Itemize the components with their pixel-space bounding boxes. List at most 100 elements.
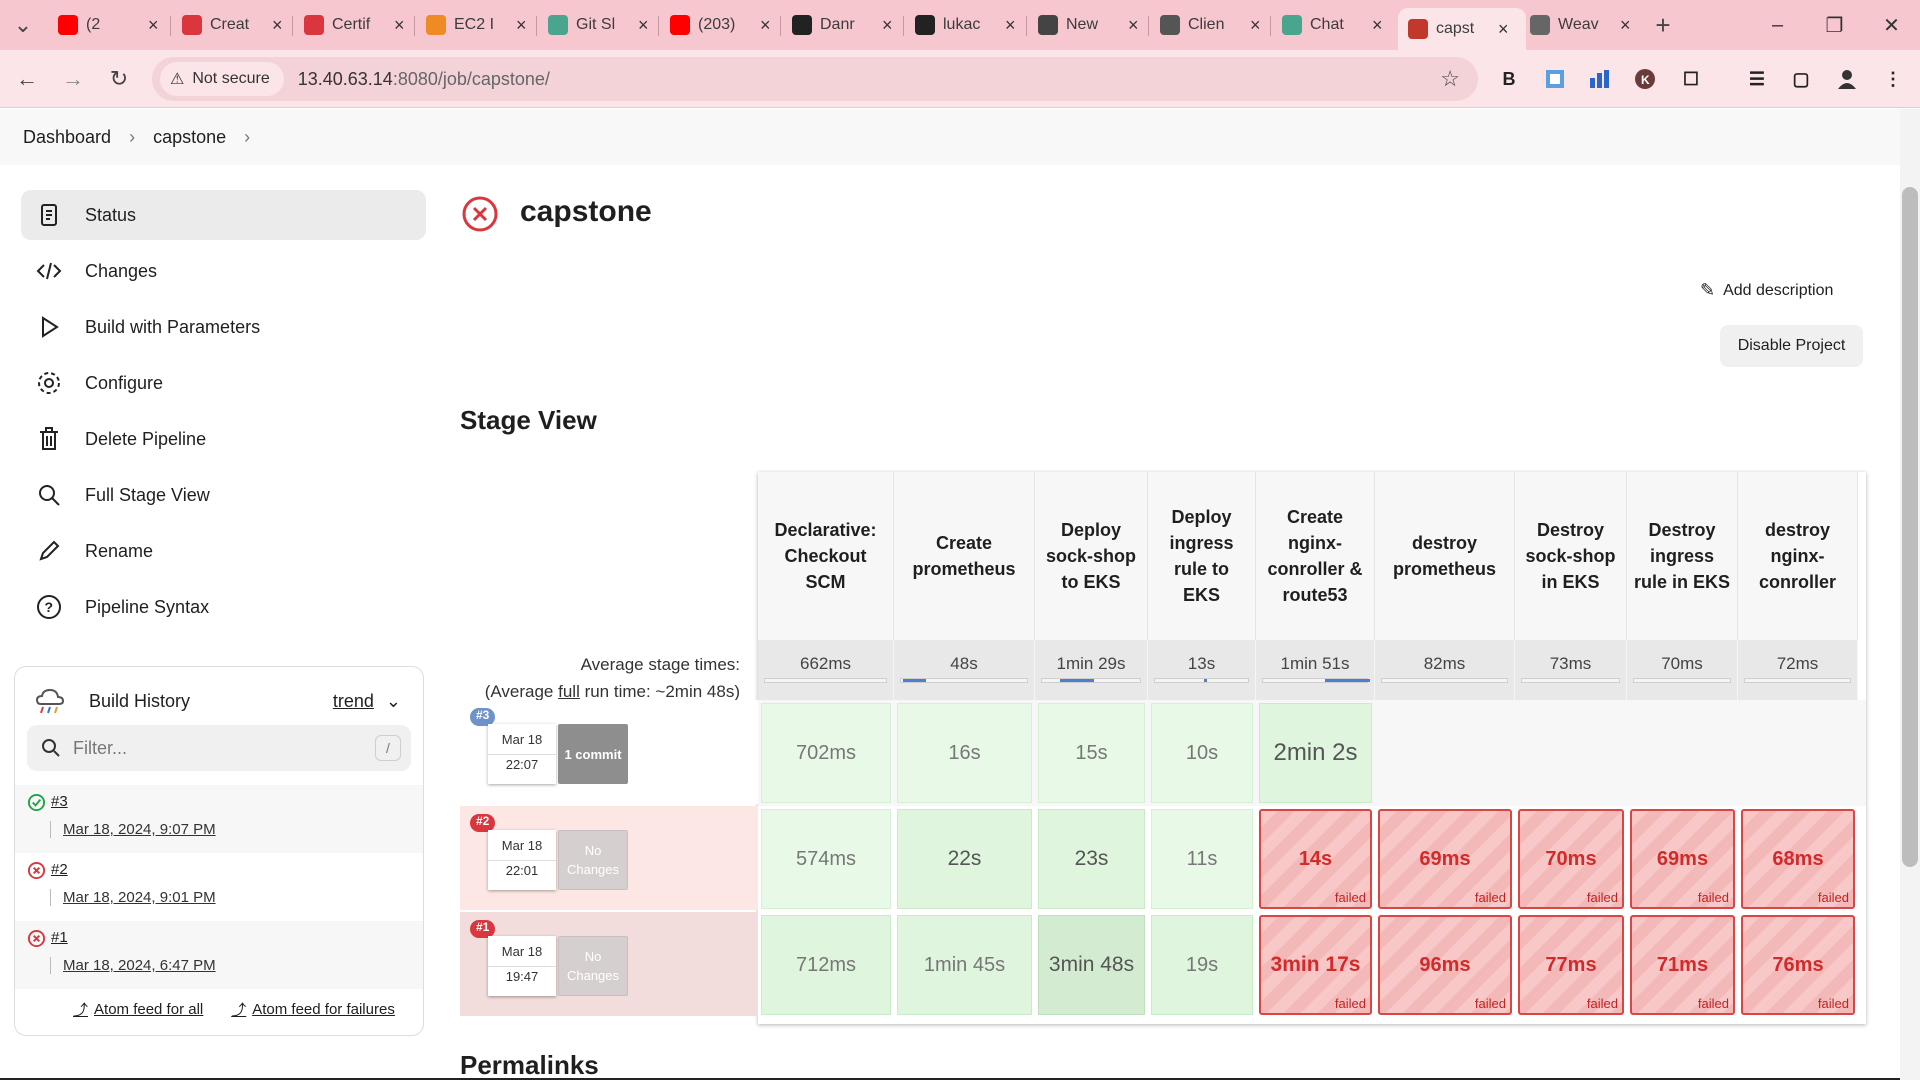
stage-cell-failed[interactable]: 69ms failed — [1630, 809, 1735, 909]
reload-button[interactable]: ↻ — [104, 64, 134, 94]
build-number-link[interactable]: #2 — [51, 861, 68, 878]
tab-close-icon[interactable]: × — [272, 15, 283, 36]
run-changes-button[interactable]: No Changes — [558, 936, 628, 996]
stage-cell-failed[interactable]: 70ms failed — [1518, 809, 1624, 909]
stage-cell-failed[interactable]: 77ms failed — [1518, 915, 1624, 1015]
stage-cell-success[interactable]: 712ms — [761, 915, 891, 1015]
stage-cell-success[interactable]: 574ms — [761, 809, 891, 909]
scrollbar-thumb[interactable] — [1902, 187, 1918, 867]
stage-cell-success[interactable]: 22s — [897, 809, 1032, 909]
browser-tab[interactable]: Chat × — [1272, 8, 1384, 42]
profile-avatar-icon[interactable] — [1832, 64, 1862, 94]
disable-project-button[interactable]: Disable Project — [1720, 325, 1863, 367]
browser-tab[interactable]: EC2 I × — [416, 8, 528, 42]
stage-cell-failed[interactable]: 76ms failed — [1741, 915, 1855, 1015]
build-number-link[interactable]: #1 — [51, 929, 68, 946]
sidebar-item-changes[interactable]: Changes — [21, 246, 426, 296]
build-date-link[interactable]: Mar 18, 2024, 9:01 PM — [50, 889, 216, 906]
sidebar-item-pipeline-syntax[interactable]: ? Pipeline Syntax — [21, 582, 426, 632]
extension-b-icon[interactable]: B — [1494, 64, 1524, 94]
extensions-puzzle-icon[interactable]: ☐ — [1676, 64, 1706, 94]
stage-cell-success[interactable]: 1min 45s — [897, 915, 1032, 1015]
tab-search-button[interactable]: ⌄ — [8, 10, 38, 40]
full-run-time-link[interactable]: full — [558, 682, 580, 701]
trend-link[interactable]: trend ⌄ — [333, 691, 401, 712]
tab-close-icon[interactable]: × — [394, 15, 405, 36]
browser-tab[interactable]: New × — [1028, 8, 1140, 42]
breadcrumb-dashboard[interactable]: Dashboard — [23, 127, 111, 148]
tab-close-icon[interactable]: × — [1620, 15, 1631, 36]
stage-cell-success[interactable]: 16s — [897, 703, 1032, 803]
security-chip[interactable]: ⚠ Not secure — [160, 62, 284, 96]
add-description-button[interactable]: ✎ Add description — [1700, 280, 1833, 301]
stage-cell-success[interactable]: 19s — [1151, 915, 1253, 1015]
minimize-button[interactable]: – — [1749, 0, 1806, 50]
atom-feed-failures-link[interactable]: ⤴ Atom feed for failures — [231, 999, 409, 1020]
close-window-button[interactable]: ✕ — [1863, 0, 1920, 50]
browser-tab[interactable]: Certif × — [294, 8, 406, 42]
tab-close-icon[interactable]: × — [1372, 15, 1383, 36]
tab-close-icon[interactable]: × — [638, 15, 649, 36]
stage-cell-success[interactable]: 2min 2s — [1259, 703, 1372, 803]
tab-close-icon[interactable]: × — [1128, 15, 1139, 36]
browser-tab[interactable]: Danr × — [782, 8, 894, 42]
stage-cell-success[interactable]: 10s — [1151, 703, 1253, 803]
url-text[interactable]: 13.40.63.14:8080/job/capstone/ — [298, 69, 550, 90]
sidebar-item-rename[interactable]: Rename — [21, 526, 426, 576]
stage-cell-success[interactable]: 3min 48s — [1038, 915, 1145, 1015]
stage-cell-failed[interactable]: 68ms failed — [1741, 809, 1855, 909]
chevron-right-icon[interactable]: › — [244, 127, 250, 148]
media-control-icon[interactable]: ☰ — [1742, 64, 1772, 94]
sidebar-item-configure[interactable]: Configure — [21, 358, 426, 408]
build-date-link[interactable]: Mar 18, 2024, 6:47 PM — [50, 957, 216, 974]
stage-cell-failed[interactable]: 69ms failed — [1378, 809, 1512, 909]
stage-cell-success[interactable]: 702ms — [761, 703, 891, 803]
tab-close-icon[interactable]: × — [882, 15, 893, 36]
atom-feed-all-link[interactable]: ⤴ Atom feed for all — [73, 999, 217, 1020]
browser-tab[interactable]: Weav × — [1520, 8, 1632, 42]
build-number-link[interactable]: #3 — [51, 793, 68, 810]
new-tab-button[interactable]: + — [1648, 10, 1678, 40]
stage-cell-failed[interactable]: 71ms failed — [1630, 915, 1735, 1015]
browser-tab[interactable]: Creat × — [172, 8, 284, 42]
side-panel-icon[interactable]: ▢ — [1786, 64, 1816, 94]
address-bar[interactable]: ⚠ Not secure 13.40.63.14:8080/job/capsto… — [152, 57, 1478, 101]
build-date-link[interactable]: Mar 18, 2024, 9:07 PM — [50, 821, 216, 838]
tab-close-icon[interactable]: × — [1005, 15, 1016, 36]
sidebar-item-status[interactable]: Status — [21, 190, 426, 240]
chevron-right-icon[interactable]: › — [129, 127, 135, 148]
browser-tab[interactable]: capst × — [1398, 8, 1526, 50]
stage-cell-success[interactable]: 11s — [1151, 809, 1253, 909]
browser-tab[interactable]: Clien × — [1150, 8, 1262, 42]
build-filter-input[interactable]: Filter... / — [27, 725, 411, 771]
sidebar-item-delete-pipeline[interactable]: Delete Pipeline — [21, 414, 426, 464]
breadcrumb-capstone[interactable]: capstone — [153, 127, 226, 148]
browser-tab[interactable]: (2 × — [48, 8, 160, 42]
stage-cell-success[interactable]: 15s — [1038, 703, 1145, 803]
chevron-down-icon[interactable]: ⌄ — [386, 691, 401, 712]
bookmark-star-icon[interactable]: ☆ — [1440, 66, 1460, 92]
add-description-label[interactable]: Add description — [1723, 282, 1833, 300]
browser-menu-icon[interactable]: ⋮ — [1878, 64, 1908, 94]
back-button[interactable]: ← — [12, 64, 42, 94]
tab-close-icon[interactable]: × — [516, 15, 527, 36]
extension-image-icon[interactable] — [1540, 64, 1570, 94]
atom-feed-failures-label[interactable]: Atom feed for failures — [252, 1001, 395, 1018]
browser-tab[interactable]: (203) × — [660, 8, 772, 42]
browser-tab[interactable]: lukac × — [905, 8, 1017, 42]
stage-cell-failed[interactable]: 14s failed — [1259, 809, 1372, 909]
browser-tab[interactable]: Git Sl × — [538, 8, 650, 42]
sidebar-item-build-with-parameters[interactable]: Build with Parameters — [21, 302, 426, 352]
maximize-button[interactable]: ❐ — [1806, 0, 1863, 50]
run-changes-button[interactable]: No Changes — [558, 830, 628, 890]
stage-cell-success[interactable]: 23s — [1038, 809, 1145, 909]
trend-label[interactable]: trend — [333, 691, 374, 712]
extension-k-icon[interactable]: K — [1630, 64, 1660, 94]
sidebar-item-full-stage-view[interactable]: Full Stage View — [21, 470, 426, 520]
run-changes-button[interactable]: 1 commit — [558, 724, 628, 784]
tab-close-icon[interactable]: × — [1498, 19, 1509, 40]
atom-feed-all-label[interactable]: Atom feed for all — [94, 1001, 203, 1018]
forward-button[interactable]: → — [58, 64, 88, 94]
extension-grid-icon[interactable] — [1584, 64, 1614, 94]
tab-close-icon[interactable]: × — [148, 15, 159, 36]
